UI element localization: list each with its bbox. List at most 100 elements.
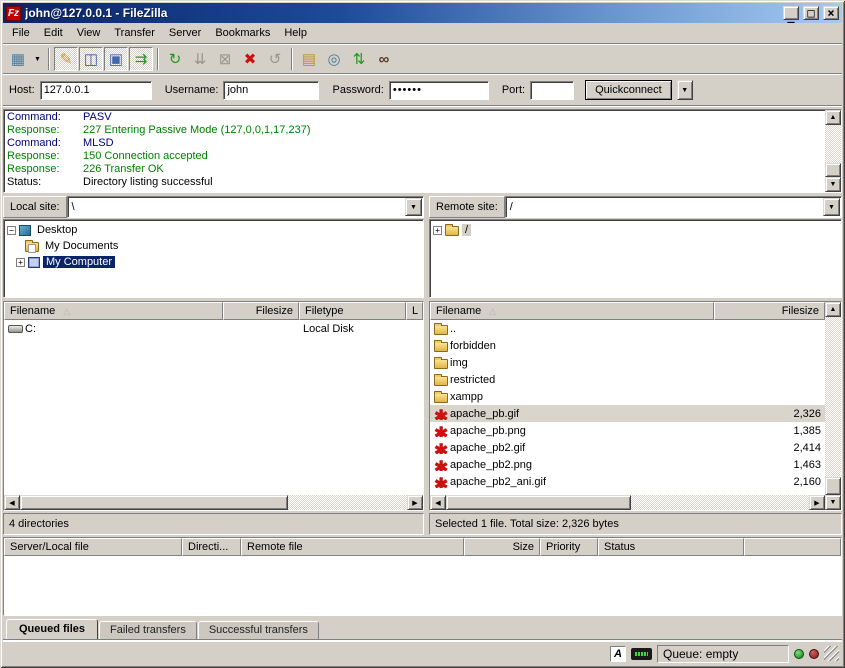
process-queue-icon[interactable]: ⇊ [188,47,212,71]
host-input[interactable] [40,81,152,100]
column-priority[interactable]: Priority [540,538,598,556]
scroll-thumb[interactable] [825,477,841,495]
remote-site-combobox[interactable]: / ▼ [505,196,842,218]
tree-item-root[interactable]: + / [433,222,841,238]
directory-comparison-icon[interactable]: ◎ [322,47,346,71]
toggle-remote-tree-icon[interactable]: ▣ [104,47,128,71]
folder-icon [434,342,448,352]
quickconnect-dropdown-icon[interactable]: ▼ [677,80,693,100]
speed-limits-icon[interactable] [631,648,652,660]
menu-view[interactable]: View [70,25,108,41]
username-input[interactable] [223,81,319,100]
remote-file-row[interactable]: forbidden [430,337,825,354]
image-file-icon: ✱ [434,480,448,488]
find-files-icon[interactable]: ∞ [372,47,396,71]
menu-bookmarks[interactable]: Bookmarks [208,25,277,41]
column-size[interactable]: Size [464,538,540,556]
remote-file-row[interactable]: xampp [430,388,825,405]
column-last-modified[interactable]: L [406,302,423,320]
resize-grip[interactable] [824,646,839,661]
remote-file-row[interactable]: ✱apache_pb2.gif 2,414 [430,439,825,456]
remote-directory-tree: + / [429,219,842,298]
expand-icon[interactable]: + [16,258,25,267]
local-horizontal-scrollbar[interactable]: ◀ ▶ [4,495,423,510]
column-server-local-file[interactable]: Server/Local file [4,538,182,556]
log-vertical-scrollbar[interactable]: ▲ ▼ [825,110,841,192]
app-icon: Fz [6,6,21,21]
menu-bar: File Edit View Transfer Server Bookmarks… [3,23,842,43]
menu-server[interactable]: Server [162,25,208,41]
file-size: 2,160 [714,476,825,488]
quickconnect-button[interactable]: Quickconnect [585,80,672,100]
remote-file-row[interactable]: ✱apache_pb2_ani.gif 2,160 [430,473,825,490]
password-input[interactable] [389,81,489,100]
scroll-thumb[interactable] [446,495,631,510]
scroll-right-icon[interactable]: ▶ [407,495,423,510]
maximize-button[interactable]: □ [803,6,819,20]
column-filename[interactable]: Filename△ [430,302,714,320]
tree-item-my-computer[interactable]: + My Computer [7,254,423,270]
tree-item-desktop[interactable]: − Desktop [7,222,423,238]
minimize-button[interactable]: _ [783,6,799,20]
directory-listing-filters-icon[interactable]: ▤ [297,47,321,71]
column-remote-file[interactable]: Remote file [241,538,464,556]
file-name: apache_pb2.png [450,459,532,471]
reconnect-icon[interactable]: ↺ [263,47,287,71]
disconnect-icon[interactable]: ✖ [238,47,262,71]
remote-vertical-scrollbar[interactable]: ▲ ▼ [825,302,841,510]
remote-file-row[interactable]: img [430,354,825,371]
scroll-left-icon[interactable]: ◀ [430,495,446,510]
data-type-indicator-icon[interactable]: A [610,646,626,662]
scroll-right-icon[interactable]: ▶ [809,495,825,510]
tab-queued-files[interactable]: Queued files [6,619,98,639]
synchronized-browsing-icon[interactable]: ⇅ [347,47,371,71]
file-name: .. [450,323,456,335]
tab-successful-transfers[interactable]: Successful transfers [198,621,319,639]
local-file-row[interactable]: C: Local Disk [4,320,423,337]
local-site-combobox[interactable]: \ ▼ [67,196,424,218]
menu-file[interactable]: File [5,25,37,41]
column-status[interactable]: Status [598,538,744,556]
column-filesize[interactable]: Filesize [223,302,299,320]
cancel-operation-icon[interactable]: ⊠ [213,47,237,71]
site-manager-dropdown-icon[interactable]: ▼ [31,47,44,71]
remote-file-row[interactable]: .. [430,320,825,337]
log-line: Command:MLSD [7,137,825,150]
tab-failed-transfers[interactable]: Failed transfers [99,621,197,639]
folder-icon [434,325,448,335]
refresh-icon[interactable]: ↻ [163,47,187,71]
remote-site-dropdown-icon[interactable]: ▼ [823,198,840,216]
scroll-thumb[interactable] [825,163,841,177]
menu-edit[interactable]: Edit [37,25,70,41]
local-site-dropdown-icon[interactable]: ▼ [405,198,422,216]
menu-help[interactable]: Help [277,25,314,41]
remote-file-row[interactable]: ✱apache_pb2.png 1,463 [430,456,825,473]
scroll-down-icon[interactable]: ▼ [825,495,841,510]
remote-file-row[interactable]: ✱apache_pb.png 1,385 [430,422,825,439]
remote-horizontal-scrollbar[interactable]: ◀ ▶ [430,495,825,510]
close-button[interactable]: × [823,6,839,20]
menu-transfer[interactable]: Transfer [107,25,162,41]
quickconnect-bar: Host: Username: Password: Port: Quickcon… [3,75,842,105]
tree-item-my-documents[interactable]: My Documents [7,238,423,254]
scroll-up-icon[interactable]: ▲ [825,302,841,317]
remote-file-row[interactable]: restricted [430,371,825,388]
scroll-up-icon[interactable]: ▲ [825,110,841,125]
queue-status-field: Queue: empty [657,645,789,663]
remote-file-row-selected[interactable]: ✱apache_pb.gif 2,326 [430,405,825,422]
scroll-left-icon[interactable]: ◀ [4,495,20,510]
column-filetype[interactable]: Filetype [299,302,406,320]
toggle-transfer-queue-icon[interactable]: ⇉ [129,47,153,71]
site-manager-icon[interactable]: ▦ [6,47,30,71]
scroll-down-icon[interactable]: ▼ [825,177,841,192]
scroll-thumb[interactable] [20,495,288,510]
file-size: 2,414 [714,442,825,454]
column-filesize[interactable]: Filesize [714,302,825,320]
column-direction[interactable]: Directi... [182,538,241,556]
collapse-icon[interactable]: − [7,226,16,235]
toggle-message-log-icon[interactable]: ✎ [54,47,78,71]
expand-icon[interactable]: + [433,226,442,235]
port-input[interactable] [530,81,574,100]
column-filename[interactable]: Filename△ [4,302,223,320]
toggle-local-tree-icon[interactable]: ◫ [79,47,103,71]
